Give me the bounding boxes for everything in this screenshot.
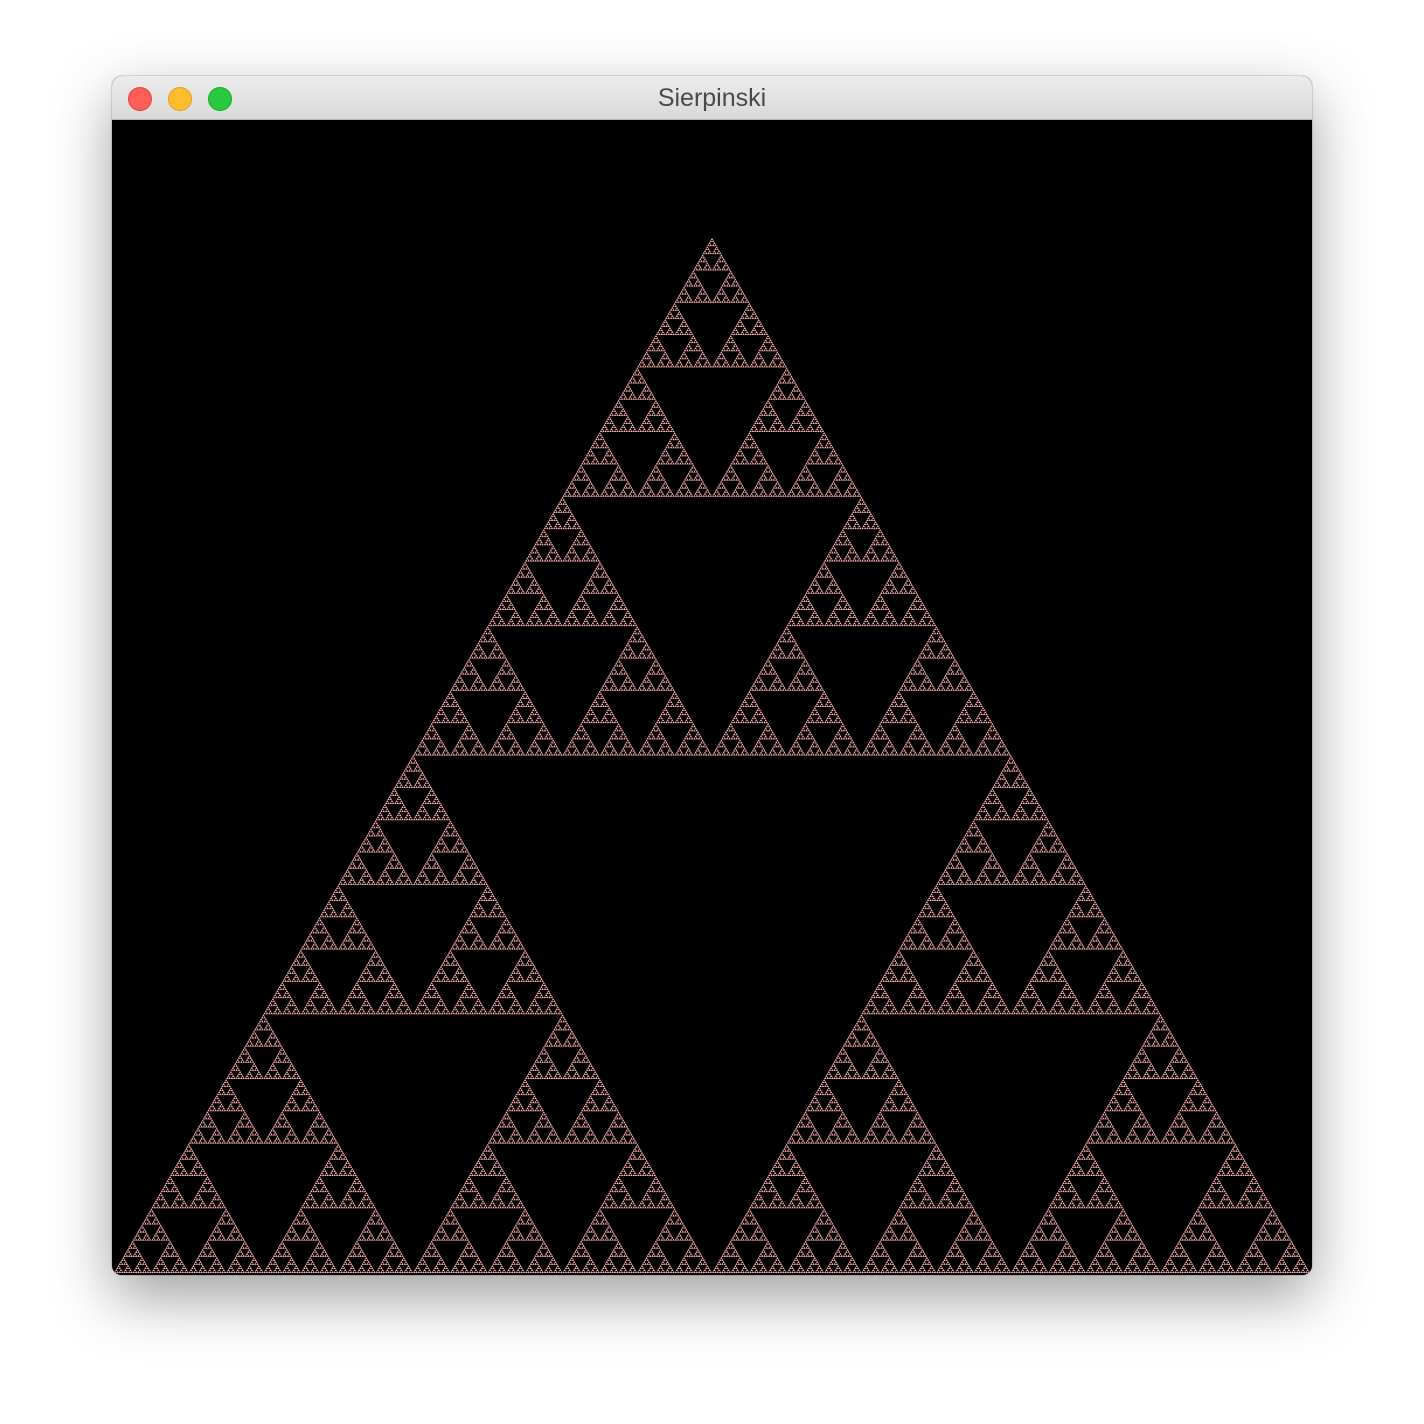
app-window: Sierpinski — [112, 76, 1312, 1275]
sierpinski-canvas — [112, 120, 1312, 1275]
canvas-background — [112, 120, 1312, 1275]
canvas-area — [112, 120, 1312, 1275]
title-bar[interactable]: Sierpinski — [112, 76, 1312, 120]
window-title: Sierpinski — [657, 84, 767, 112]
desktop: Sierpinski — [0, 0, 1424, 1424]
